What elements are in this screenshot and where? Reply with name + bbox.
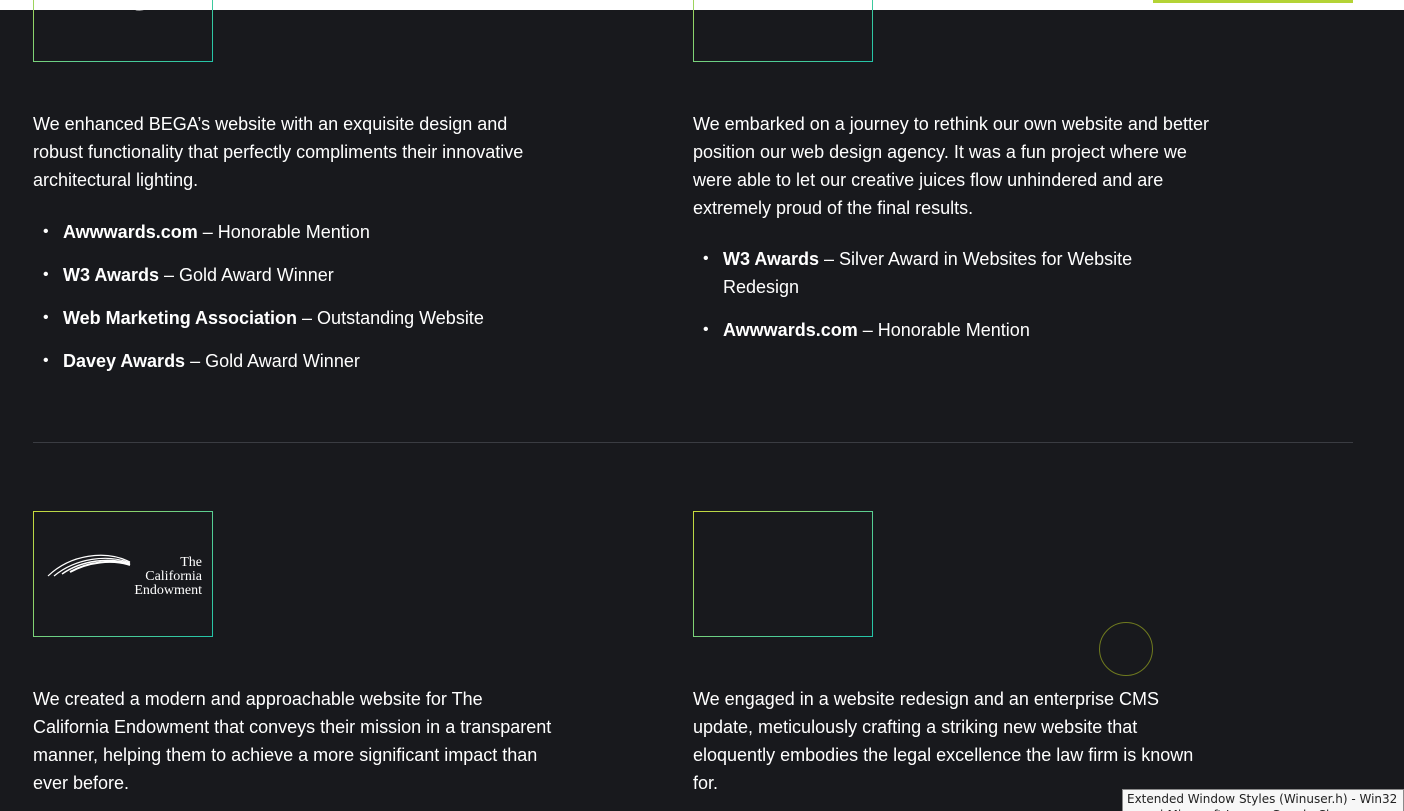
- arc-swoosh-icon: [47, 554, 131, 577]
- award-detail: – Gold Award Winner: [159, 265, 334, 285]
- section-divider: [33, 442, 1353, 443]
- bega-description: We enhanced BEGA’s website with an exqui…: [33, 114, 524, 190]
- award-item: Awwwards.com – Honorable Mention: [33, 218, 593, 246]
- award-name: Davey Awards: [63, 351, 186, 371]
- custom-cursor-ring: [1099, 622, 1153, 676]
- california-endowment-wordmark: The California Endowment: [134, 556, 202, 598]
- award-item: W3 Awards – Silver Award in Websites for…: [693, 245, 1193, 301]
- bega-awards-list: Awwwards.com – Honorable Mention W3 Awar…: [33, 218, 593, 390]
- logo-line: Endowment: [134, 583, 202, 598]
- award-name: Awwwards.com: [723, 320, 858, 340]
- award-detail: – Gold Award Winner: [185, 351, 360, 371]
- award-name: Awwwards.com: [63, 222, 198, 242]
- award-item: W3 Awards – Gold Award Winner: [33, 261, 593, 289]
- portfolio-page: BEGA We enhanced BEGA’s website with an …: [0, 0, 1404, 811]
- award-item: Web Marketing Association – Outstanding …: [33, 304, 593, 332]
- logo-line: The: [180, 555, 202, 570]
- award-name: W3 Awards: [723, 249, 820, 269]
- bega-logo: BEGA: [70, 0, 184, 17]
- award-detail: – Outstanding Website: [297, 308, 484, 328]
- logo-line: California: [145, 569, 202, 584]
- header-cta-button[interactable]: [1153, 0, 1353, 3]
- law-firm-logo-card[interactable]: [693, 511, 873, 637]
- award-item: Awwwards.com – Honorable Mention: [693, 316, 1193, 344]
- taskbar-tooltip: Extended Window Styles (Winuser.h) - Win…: [1122, 789, 1404, 811]
- award-name: W3 Awards: [63, 265, 160, 285]
- award-detail: – Honorable Mention: [197, 222, 370, 242]
- award-item: Davey Awards – Gold Award Winner: [33, 347, 593, 375]
- agency-description: We embarked on a journey to rethink our …: [693, 114, 1209, 218]
- agency-awards-list: W3 Awards – Silver Award in Websites for…: [693, 245, 1193, 359]
- bega-logo-card[interactable]: BEGA: [33, 0, 213, 62]
- california-endowment-logo: The California Endowment: [34, 512, 212, 636]
- law-firm-description: We engaged in a website redesign and an …: [693, 689, 1194, 793]
- agency-logo-card[interactable]: [693, 0, 873, 62]
- award-name: Web Marketing Association: [63, 308, 298, 328]
- california-endowment-description: We created a modern and approachable web…: [33, 689, 552, 793]
- california-endowment-logo-card[interactable]: The California Endowment: [33, 511, 213, 637]
- award-detail: – Honorable Mention: [857, 320, 1030, 340]
